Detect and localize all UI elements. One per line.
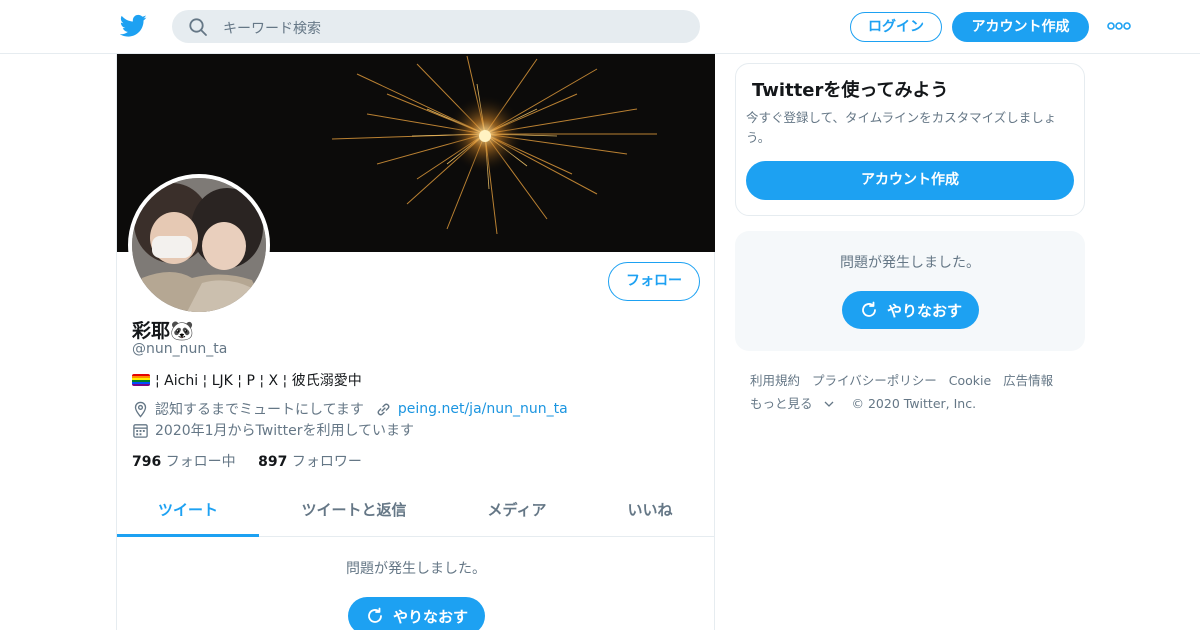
profile-joined-row: 2020年1月からTwitterを利用しています [132,420,414,440]
footer-copyright: © 2020 Twitter, Inc. [851,396,977,411]
signup-promo-card: Twitterを使ってみよう 今すぐ登録して、タイムラインをカスタマイズしましょ… [735,63,1085,216]
tab-media[interactable]: メディア [449,484,585,537]
chevron-down-icon [824,401,833,407]
timeline-error-message: 問題が発生しました。 [346,561,486,577]
search-icon [189,18,207,36]
profile-avatar[interactable] [128,174,270,316]
profile-joined-date: 2020年1月からTwitterを利用しています [155,423,415,439]
tab-tweets[interactable]: ツイート [117,484,259,537]
bio-text: ¦ Aichi ¦ LJK ¦ P ¦ X ¦ 彼氏溺愛中 [155,373,362,389]
followers-count: 897 [258,454,288,470]
sidebar-error-message: 問題が発生しました。 [840,255,980,271]
promo-title: Twitterを使ってみよう [752,80,949,101]
tab-likes[interactable]: いいね [585,484,715,537]
following-label: フォロー中 [165,454,236,470]
followers-label: フォロワー [291,454,362,470]
profile-stats: 796 フォロー中 897 フォロワー [132,451,362,471]
avatar-photo [132,178,266,312]
rainbow-flag-icon [132,374,150,386]
retry-label: やりなおす [392,607,468,626]
active-tab-indicator [117,534,259,537]
more-options-icon[interactable] [1107,20,1131,32]
profile-meta-row: 認知するまでミュートにしてます peing.net/ja/nun_nun_ta [132,399,568,419]
following-stat[interactable]: 796 フォロー中 [132,454,236,470]
footer-more-button[interactable]: もっと見る [750,396,834,411]
search-input[interactable]: キーワード検索 [172,10,700,43]
tab-tweets-and-replies[interactable]: ツイートと返信 [259,484,449,537]
search-placeholder: キーワード検索 [223,21,321,37]
following-count: 796 [132,454,162,470]
footer-link-privacy[interactable]: プライバシーポリシー [812,373,937,388]
profile-handle: @nun_nun_ta [132,341,228,357]
retry-label: やりなおす [886,301,962,320]
footer-more-label: もっと見る [750,396,813,411]
profile-bio: ¦ Aichi ¦ LJK ¦ P ¦ X ¦ 彼氏溺愛中 [132,370,362,390]
create-account-button[interactable]: アカウント作成 [746,161,1074,200]
login-button[interactable]: ログイン [850,12,942,42]
link-icon [377,403,390,415]
timeline-retry-button[interactable]: やりなおす [348,597,485,630]
footer-link-terms[interactable]: 利用規約 [750,373,800,388]
refresh-icon [862,301,876,317]
profile-display-name: 彩耶🐼 [132,320,194,342]
footer-links: 利用規約 プライバシーポリシー Cookie 広告情報 もっと見る © 2020… [750,369,1085,415]
top-navigation-bar: キーワード検索 ログイン アカウント作成 [0,0,1200,54]
location-icon [134,401,147,418]
calendar-icon [133,423,148,438]
footer-link-cookie[interactable]: Cookie [949,373,991,388]
profile-website-link[interactable]: peing.net/ja/nun_nun_ta [398,401,568,417]
profile-column: フォロー 彩耶🐼 @nun_nun_ta ¦ Aichi ¦ LJK ¦ P ¦… [116,54,715,630]
follow-button[interactable]: フォロー [608,262,700,301]
profile-tabs: ツイート ツイートと返信 メディア いいね [117,484,715,537]
twitter-bird-icon[interactable] [120,14,147,38]
signup-button[interactable]: アカウント作成 [952,12,1089,42]
followers-stat[interactable]: 897 フォロワー [258,454,362,470]
footer-link-ads[interactable]: 広告情報 [1003,373,1053,388]
refresh-icon [368,607,382,623]
sidebar-retry-button[interactable]: やりなおす [842,291,979,329]
profile-location: 認知するまでミュートにしてます [155,402,364,418]
promo-description: 今すぐ登録して、タイムラインをカスタマイズしましょう。 [746,110,1057,145]
sidebar-error-card: 問題が発生しました。 やりなおす [735,231,1085,351]
